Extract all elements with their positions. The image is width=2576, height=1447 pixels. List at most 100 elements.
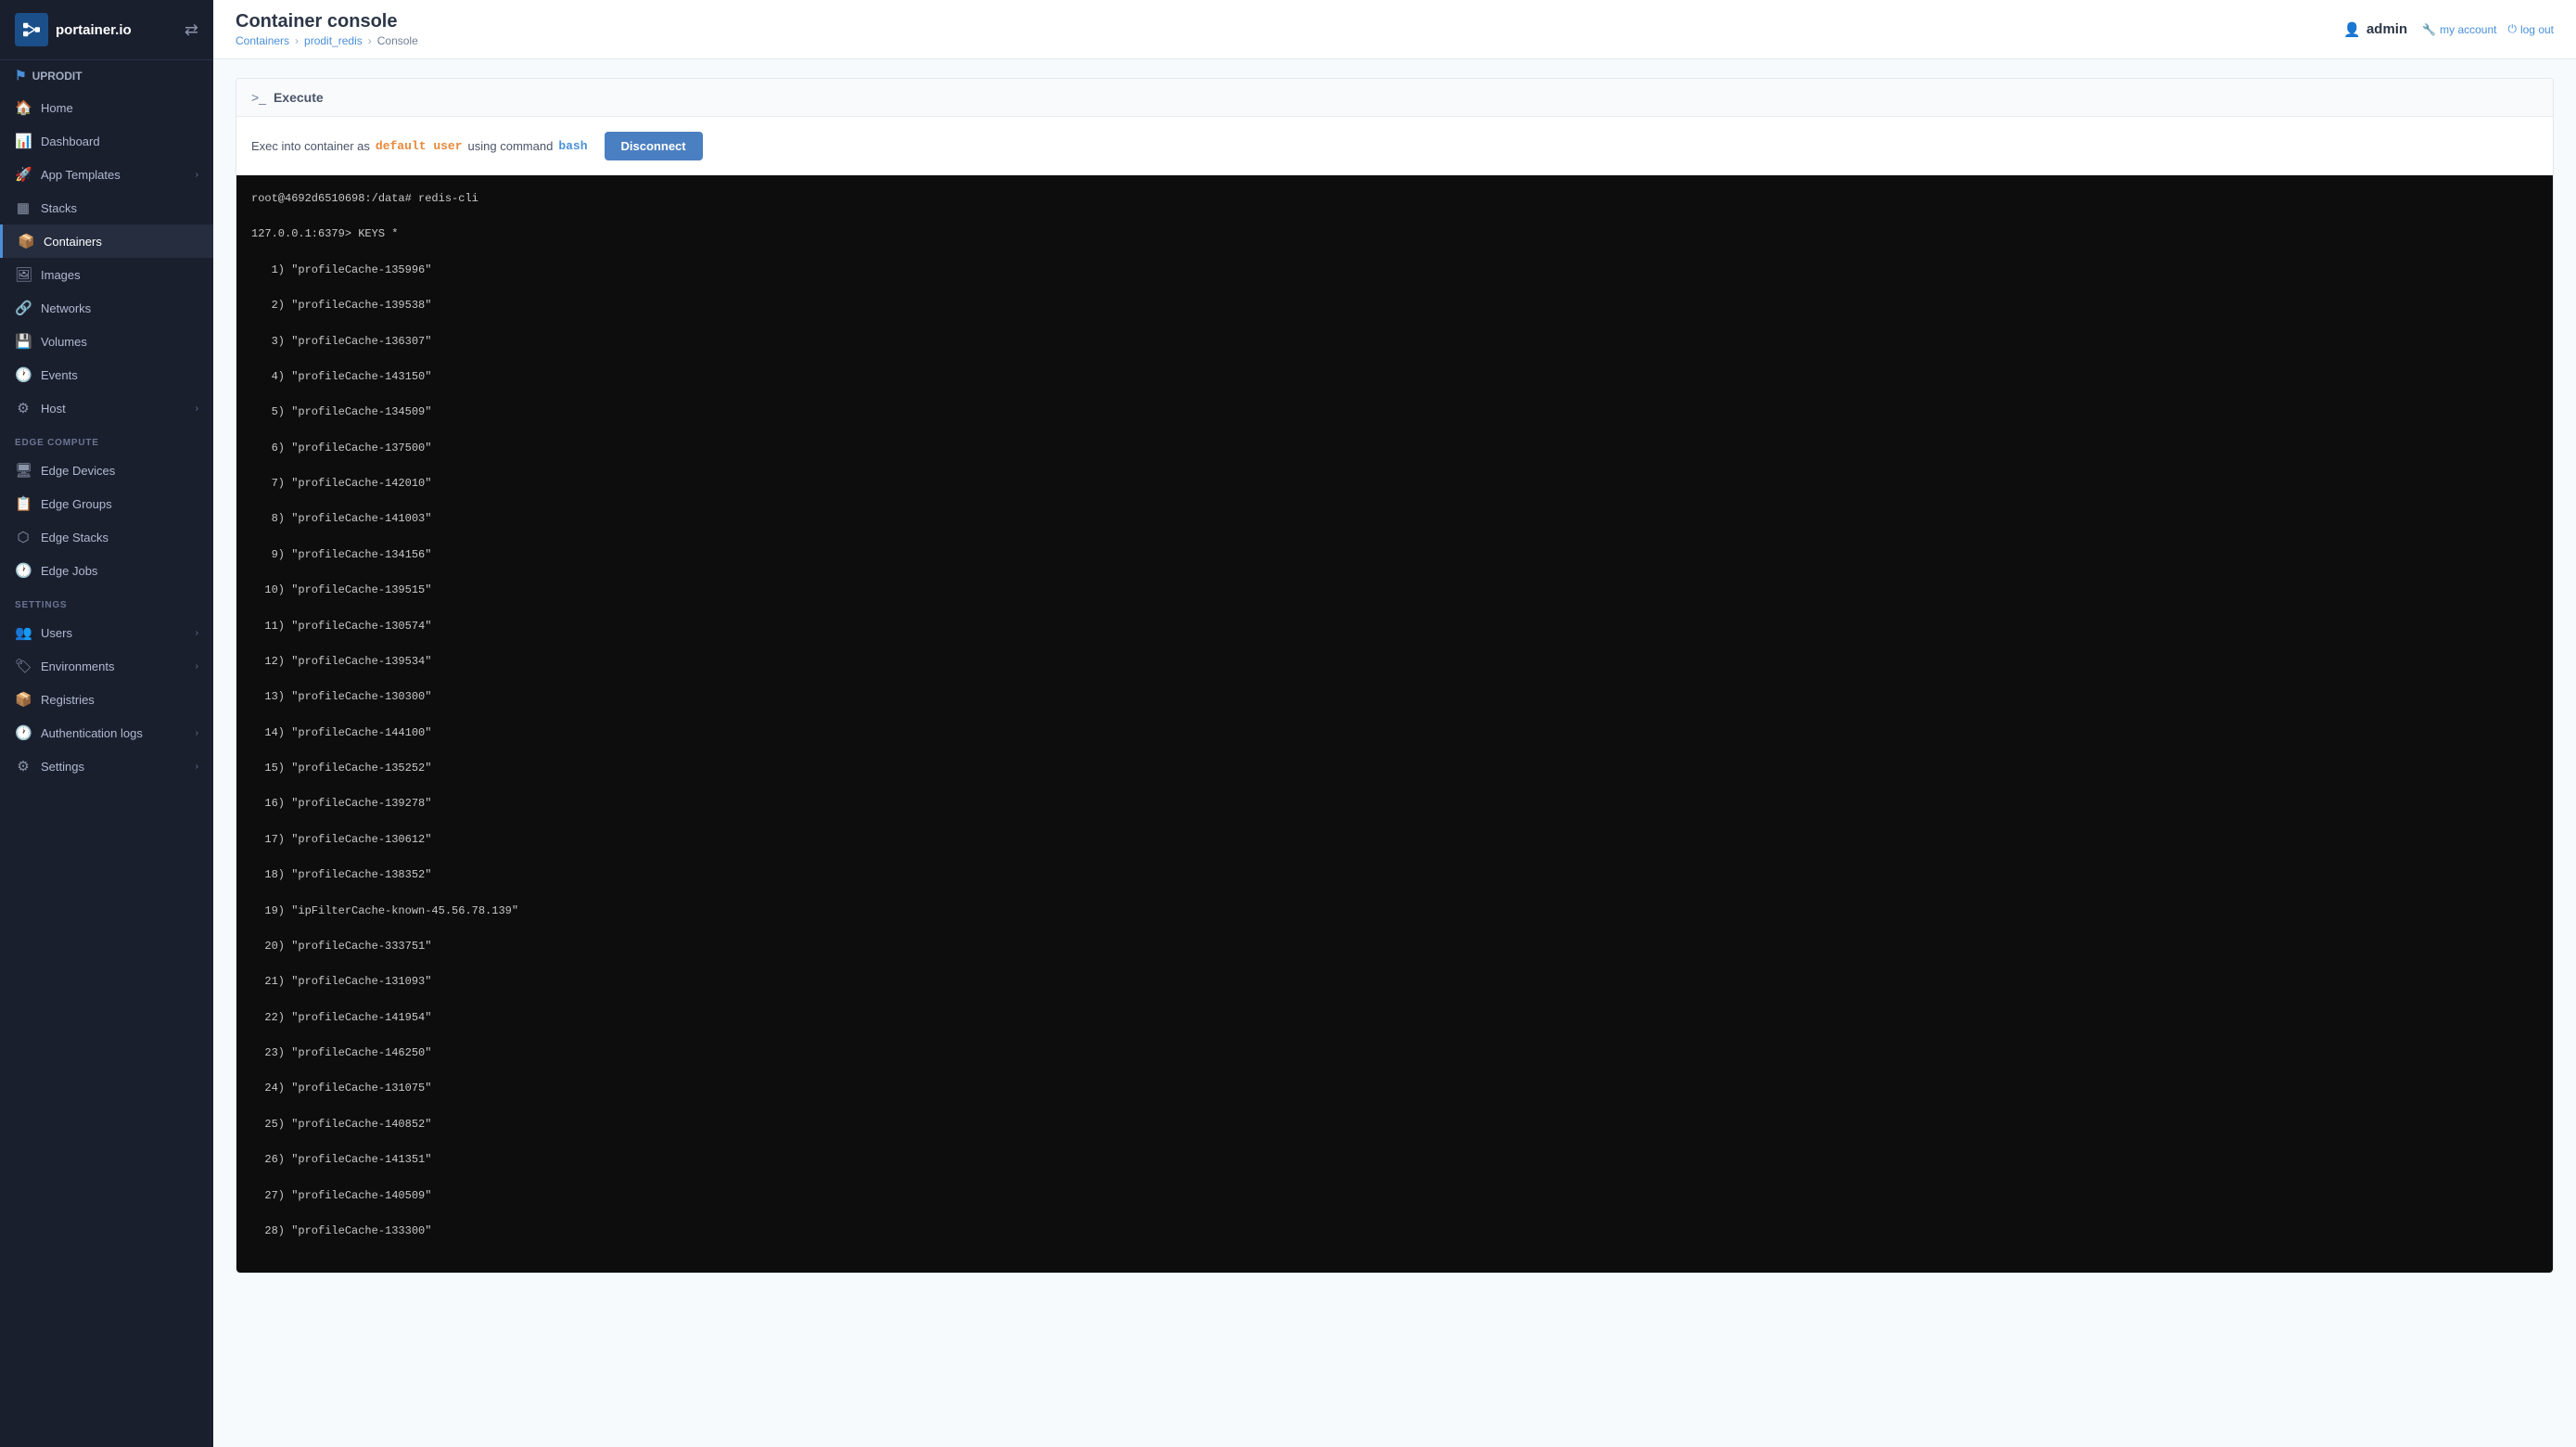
sidebar-item-label: Containers <box>44 235 102 249</box>
panel-title: Execute <box>274 90 324 105</box>
sidebar-item-label: Stacks <box>41 201 77 215</box>
containers-icon: 📦 <box>18 233 34 250</box>
page-title: Container console <box>236 11 418 32</box>
sidebar-item-label: Host <box>41 402 66 416</box>
breadcrumb-container-name[interactable]: prodit_redis <box>304 34 363 47</box>
sidebar-item-label: Edge Groups <box>41 497 112 511</box>
settings-icon: ⚙ <box>15 758 32 775</box>
env-badge: ⚑ UPRODIT <box>0 60 213 91</box>
sidebar-item-label: Authentication logs <box>41 726 143 740</box>
account-icon: 🔧 <box>2422 23 2436 36</box>
users-icon: 👥 <box>15 624 32 641</box>
sidebar-item-label: Registries <box>41 693 95 707</box>
execute-icon: >_ <box>251 90 266 105</box>
logo: portainer.io <box>15 13 132 46</box>
logout-icon: ⏻ <box>2507 22 2517 36</box>
breadcrumb-current: Console <box>377 34 418 47</box>
execute-panel: >_ Execute Exec into container as defaul… <box>236 78 2554 1274</box>
exec-panel-body: Exec into container as default user usin… <box>236 117 2553 175</box>
header-user: 👤 admin 🔧 my account ⏻ log out <box>2343 21 2554 38</box>
exec-user: default user <box>376 139 463 153</box>
edge-stacks-icon: ⬡ <box>15 529 32 545</box>
sidebar-item-environments[interactable]: 🏷 Environments › <box>0 649 213 683</box>
sidebar-nav: 🏠 Home 📊 Dashboard 🚀 App Templates › ▦ S… <box>0 91 213 425</box>
edge-jobs-icon: 🕐 <box>15 562 32 579</box>
app-templates-icon: 🚀 <box>15 166 32 183</box>
breadcrumb-sep: › <box>295 34 299 47</box>
log-out-link[interactable]: ⏻ log out <box>2507 22 2554 36</box>
terminal[interactable]: root@4692d6510698:/data# redis-cli 127.0… <box>236 175 2553 1273</box>
auth-logs-icon: 🕐 <box>15 724 32 741</box>
registries-icon: 📦 <box>15 691 32 708</box>
host-icon: ⚙ <box>15 400 32 416</box>
content-area: >_ Execute Exec into container as defaul… <box>213 59 2576 1447</box>
sidebar-item-users[interactable]: 👥 Users › <box>0 616 213 649</box>
disconnect-button[interactable]: Disconnect <box>605 132 703 160</box>
sidebar-item-edge-devices[interactable]: 🖥 Edge Devices <box>0 454 213 487</box>
user-actions: 🔧 my account ⏻ log out <box>2422 22 2554 36</box>
exec-command: bash <box>558 139 587 153</box>
sidebar-item-dashboard[interactable]: 📊 Dashboard <box>0 124 213 158</box>
networks-icon: 🔗 <box>15 300 32 316</box>
sidebar-item-label: Users <box>41 626 72 640</box>
sidebar-item-settings[interactable]: ⚙ Settings › <box>0 749 213 783</box>
images-icon: 🖼 <box>15 266 32 283</box>
sidebar-item-label: Edge Jobs <box>41 564 97 578</box>
sidebar-item-events[interactable]: 🕐 Events <box>0 358 213 391</box>
main-content: Container console Containers › prodit_re… <box>213 0 2576 1447</box>
sidebar-item-edge-groups[interactable]: 📋 Edge Groups <box>0 487 213 520</box>
sidebar-item-networks[interactable]: 🔗 Networks <box>0 291 213 325</box>
chevron-right-icon: › <box>196 628 198 638</box>
sidebar-item-registries[interactable]: 📦 Registries <box>0 683 213 716</box>
edge-compute-section-label: EDGE COMPUTE <box>0 425 213 454</box>
environments-icon: 🏷 <box>15 658 32 674</box>
sidebar-item-home[interactable]: 🏠 Home <box>0 91 213 124</box>
home-icon: 🏠 <box>15 99 32 116</box>
volumes-icon: 💾 <box>15 333 32 350</box>
header: Container console Containers › prodit_re… <box>213 0 2576 59</box>
sidebar-item-label: Networks <box>41 301 91 315</box>
edge-devices-icon: 🖥 <box>15 462 32 479</box>
sidebar-item-label: Settings <box>41 760 84 774</box>
breadcrumb: Containers › prodit_redis › Console <box>236 34 418 47</box>
user-name: 👤 admin <box>2343 21 2407 38</box>
sidebar-item-edge-jobs[interactable]: 🕐 Edge Jobs <box>0 554 213 587</box>
sidebar-item-label: Images <box>41 268 81 282</box>
sidebar-toggle-icon[interactable]: ⇄ <box>185 20 198 40</box>
edge-groups-icon: 📋 <box>15 495 32 512</box>
sidebar-item-label: Events <box>41 368 78 382</box>
sidebar-item-label: App Templates <box>41 168 121 182</box>
sidebar: portainer.io ⇄ ⚑ UPRODIT 🏠 Home 📊 Dashbo… <box>0 0 213 1447</box>
sidebar-item-edge-stacks[interactable]: ⬡ Edge Stacks <box>0 520 213 554</box>
chevron-right-icon: › <box>196 170 198 180</box>
stacks-icon: ▦ <box>15 199 32 216</box>
sidebar-item-label: Edge Stacks <box>41 531 108 544</box>
chevron-right-icon: › <box>196 403 198 414</box>
user-avatar-icon: 👤 <box>2343 21 2361 38</box>
sidebar-item-label: Home <box>41 101 73 115</box>
sidebar-logo: portainer.io ⇄ <box>0 0 213 60</box>
sidebar-item-label: Edge Devices <box>41 464 115 478</box>
dashboard-icon: 📊 <box>15 133 32 149</box>
my-account-link[interactable]: 🔧 my account <box>2422 22 2496 36</box>
breadcrumb-sep: › <box>368 34 372 47</box>
chevron-right-icon: › <box>196 762 198 772</box>
events-icon: 🕐 <box>15 366 32 383</box>
sidebar-item-auth-logs[interactable]: 🕐 Authentication logs › <box>0 716 213 749</box>
settings-section-label: SETTINGS <box>0 587 213 616</box>
sidebar-item-label: Volumes <box>41 335 87 349</box>
sidebar-item-containers[interactable]: 📦 Containers <box>0 224 213 258</box>
env-icon: ⚑ <box>15 68 27 83</box>
breadcrumb-containers[interactable]: Containers <box>236 34 289 47</box>
chevron-right-icon: › <box>196 728 198 738</box>
sidebar-item-app-templates[interactable]: 🚀 App Templates › <box>0 158 213 191</box>
sidebar-item-label: Environments <box>41 659 114 673</box>
panel-header: >_ Execute <box>236 79 2553 117</box>
sidebar-item-stacks[interactable]: ▦ Stacks <box>0 191 213 224</box>
chevron-right-icon: › <box>196 661 198 672</box>
header-left: Container console Containers › prodit_re… <box>236 11 418 47</box>
sidebar-item-images[interactable]: 🖼 Images <box>0 258 213 291</box>
exec-info: Exec into container as default user usin… <box>251 132 2538 160</box>
sidebar-item-volumes[interactable]: 💾 Volumes <box>0 325 213 358</box>
sidebar-item-host[interactable]: ⚙ Host › <box>0 391 213 425</box>
